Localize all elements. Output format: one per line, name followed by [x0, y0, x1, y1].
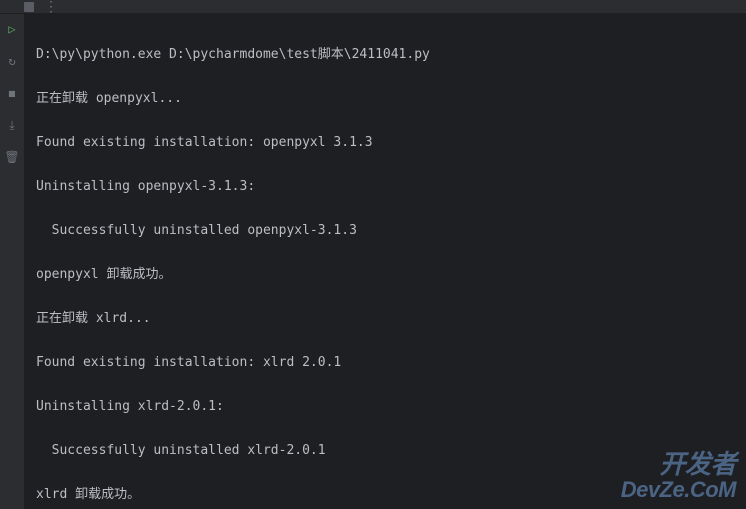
console-line: D:\py\python.exe D:\pycharmdome\test脚本\2… [36, 44, 734, 66]
stop-button[interactable] [24, 2, 34, 12]
console-line: Found existing installation: openpyxl 3.… [36, 132, 734, 154]
console-toolbar: ⋮ [0, 0, 746, 14]
console-line: Uninstalling openpyxl-3.1.3: [36, 176, 734, 198]
console-line: openpyxl 卸载成功。 [36, 264, 734, 286]
console-line: Uninstalling xlrd-2.0.1: [36, 396, 734, 418]
console-line: xlrd 卸载成功。 [36, 484, 734, 506]
run-icon[interactable]: ▷ [5, 22, 19, 36]
console-line: 正在卸载 openpyxl... [36, 88, 734, 110]
console-line: Successfully uninstalled openpyxl-3.1.3 [36, 220, 734, 242]
download-icon[interactable]: ⤓ [5, 118, 19, 132]
console-line: Found existing installation: xlrd 2.0.1 [36, 352, 734, 374]
console-line: Successfully uninstalled xlrd-2.0.1 [36, 440, 734, 462]
rerun-icon[interactable]: ↻ [5, 54, 19, 68]
console-gutter: ▷ ↻ ◼ ⤓ 🗑 [0, 14, 24, 509]
trash-icon[interactable]: 🗑 [5, 150, 19, 164]
console-main-area: ▷ ↻ ◼ ⤓ 🗑 D:\py\python.exe D:\pycharmdom… [0, 14, 746, 509]
console-line: 正在卸载 xlrd... [36, 308, 734, 330]
more-menu-icon[interactable]: ⋮ [44, 0, 59, 15]
stop-icon[interactable]: ◼ [5, 86, 19, 100]
console-output[interactable]: D:\py\python.exe D:\pycharmdome\test脚本\2… [24, 14, 746, 509]
